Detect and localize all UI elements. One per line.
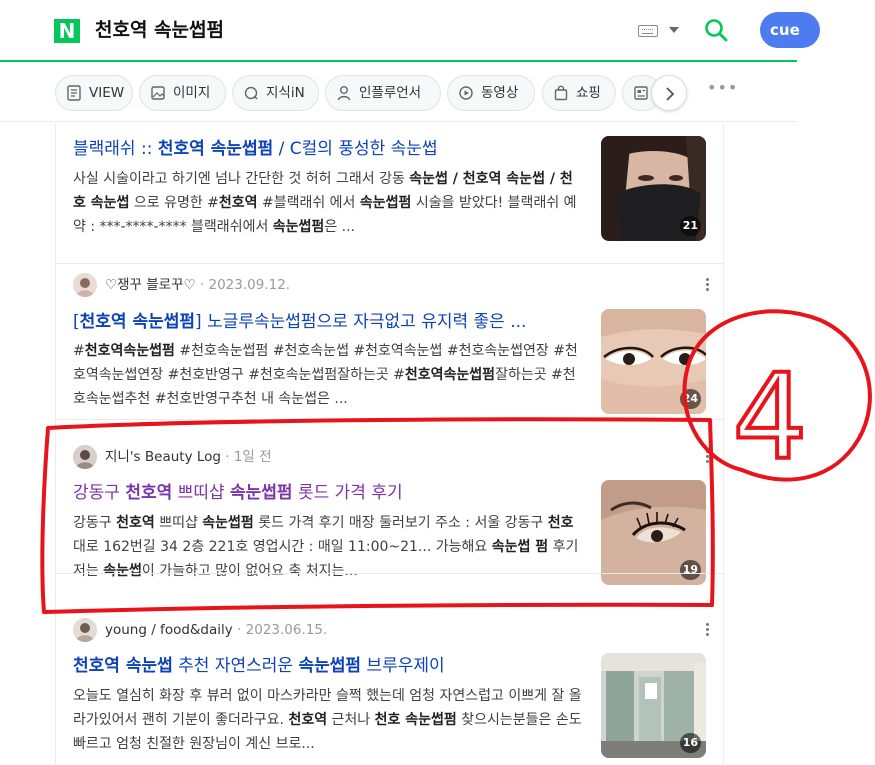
search-header: N 천호역 속눈썹펌 cue — [0, 0, 820, 62]
avatar — [73, 273, 97, 297]
result-title[interactable]: 강동구 천호역 쁘띠샵 속눈썹펌 롯드 가격 후기 — [73, 480, 583, 506]
tabs-next-button[interactable] — [651, 75, 687, 111]
author-row[interactable]: young / food&daily · 2023.06.15. — [73, 618, 473, 642]
search-query-text[interactable]: 천호역 속눈썹펌 — [95, 15, 224, 45]
result-thumbnail[interactable]: 19 — [601, 480, 706, 585]
chevron-right-icon — [666, 87, 675, 101]
tab-label: 쇼핑 — [576, 85, 601, 101]
tab-view[interactable]: VIEW — [55, 75, 133, 111]
search-results: 블랙래쉬 :: 천호역 속눈썹펌 / C컬의 풍성한 속눈썹 사실 시술이라고 … — [55, 123, 725, 765]
result-thumbnail[interactable]: 16 — [601, 653, 706, 758]
author-name: young / food&daily — [105, 622, 233, 638]
naver-logo[interactable]: N — [54, 19, 80, 43]
author-name: 지니's Beauty Log — [105, 449, 221, 465]
author-row[interactable]: 지니's Beauty Log · 1일 전 — [73, 445, 473, 469]
person-icon — [337, 86, 351, 101]
tab-image[interactable]: 이미지 — [139, 75, 226, 111]
play-icon — [459, 86, 473, 100]
image-icon — [151, 86, 165, 100]
result-item: 지니's Beauty Log · 1일 전 강동구 천호역 쁘띠샵 속눈썹펌 … — [56, 420, 725, 585]
cue-button[interactable]: cue — [760, 12, 820, 48]
tab-label: 지식iN — [266, 85, 305, 101]
tab-label: 인플루언서 — [359, 85, 422, 101]
search-icon[interactable] — [704, 18, 728, 42]
result-title[interactable]: 천호역 속눈썹 추천 자연스러운 속눈썹펌 브루우제이 — [73, 653, 583, 679]
more-options-icon[interactable] — [706, 450, 710, 464]
bag-icon — [554, 85, 568, 101]
keyboard-icon[interactable] — [638, 25, 658, 37]
tab-label: 이미지 — [173, 85, 211, 101]
qna-icon — [244, 86, 258, 100]
news-icon — [634, 86, 648, 100]
author-name: ♡쟁꾸 블로꾸♡ — [105, 277, 196, 293]
more-options-icon[interactable] — [706, 623, 710, 637]
tab-influencer[interactable]: 인플루언서 — [325, 75, 441, 111]
avatar — [73, 445, 97, 469]
result-description: 사실 시술이라고 하기엔 넘나 간단한 것 허허 그래서 강동 속눈썹 / 천호… — [73, 171, 577, 235]
annotation-number: 4 — [732, 348, 807, 486]
tab-shopping[interactable]: 쇼핑 — [542, 75, 616, 111]
result-thumbnail[interactable]: 21 — [601, 136, 706, 241]
more-menu-icon[interactable]: ••• — [707, 78, 738, 97]
search-tabs: VIEW 이미지 지식iN 인플루언서 동영상 쇼핑 ••• — [0, 64, 797, 122]
tab-label: VIEW — [89, 85, 125, 101]
result-item: 블랙래쉬 :: 천호역 속눈썹펌 / C컬의 풍성한 속눈썹 사실 시술이라고 … — [56, 123, 725, 263]
thumbnail-count-badge: 16 — [679, 733, 701, 753]
post-date: · 2023.06.15. — [232, 622, 328, 638]
caret-down-icon[interactable] — [669, 27, 679, 33]
result-description: #천호역속눈썹펌 #천호속눈썹펌 #천호속눈썹 #천호역속눈썹 #천호속눈썹연장… — [73, 343, 578, 407]
view-doc-icon — [67, 85, 81, 101]
thumbnail-count-badge: 24 — [679, 389, 701, 409]
avatar — [73, 618, 97, 642]
result-thumbnail[interactable]: 24 — [601, 309, 706, 414]
result-title[interactable]: 블랙래쉬 :: 천호역 속눈썹펌 / C컬의 풍성한 속눈썹 — [73, 136, 583, 162]
result-title[interactable]: [천호역 속눈썹펌] 노글루속눈썹펌으로 자극없고 유지력 좋은 ... — [73, 309, 583, 335]
tab-label: 동영상 — [481, 85, 519, 101]
post-date: · 2023.09.12. — [195, 277, 291, 293]
thumbnail-count-badge: 21 — [679, 216, 701, 236]
tab-video[interactable]: 동영상 — [447, 75, 535, 111]
tab-kin[interactable]: 지식iN — [232, 75, 319, 111]
result-item: young / food&daily · 2023.06.15. 천호역 속눈썹… — [56, 574, 725, 765]
post-date: · 1일 전 — [220, 449, 272, 465]
result-item: ♡쟁꾸 블로꾸♡ · 2023.09.12. [천호역 속눈썹펌] 노글루속눈썹… — [56, 264, 725, 419]
more-options-icon[interactable] — [706, 278, 710, 292]
author-row[interactable]: ♡쟁꾸 블로꾸♡ · 2023.09.12. — [73, 273, 473, 297]
result-description: 오늘도 열심히 화장 후 뷰러 없이 마스카라만 슬쩍 했는데 엄청 자연스럽고… — [73, 688, 582, 752]
